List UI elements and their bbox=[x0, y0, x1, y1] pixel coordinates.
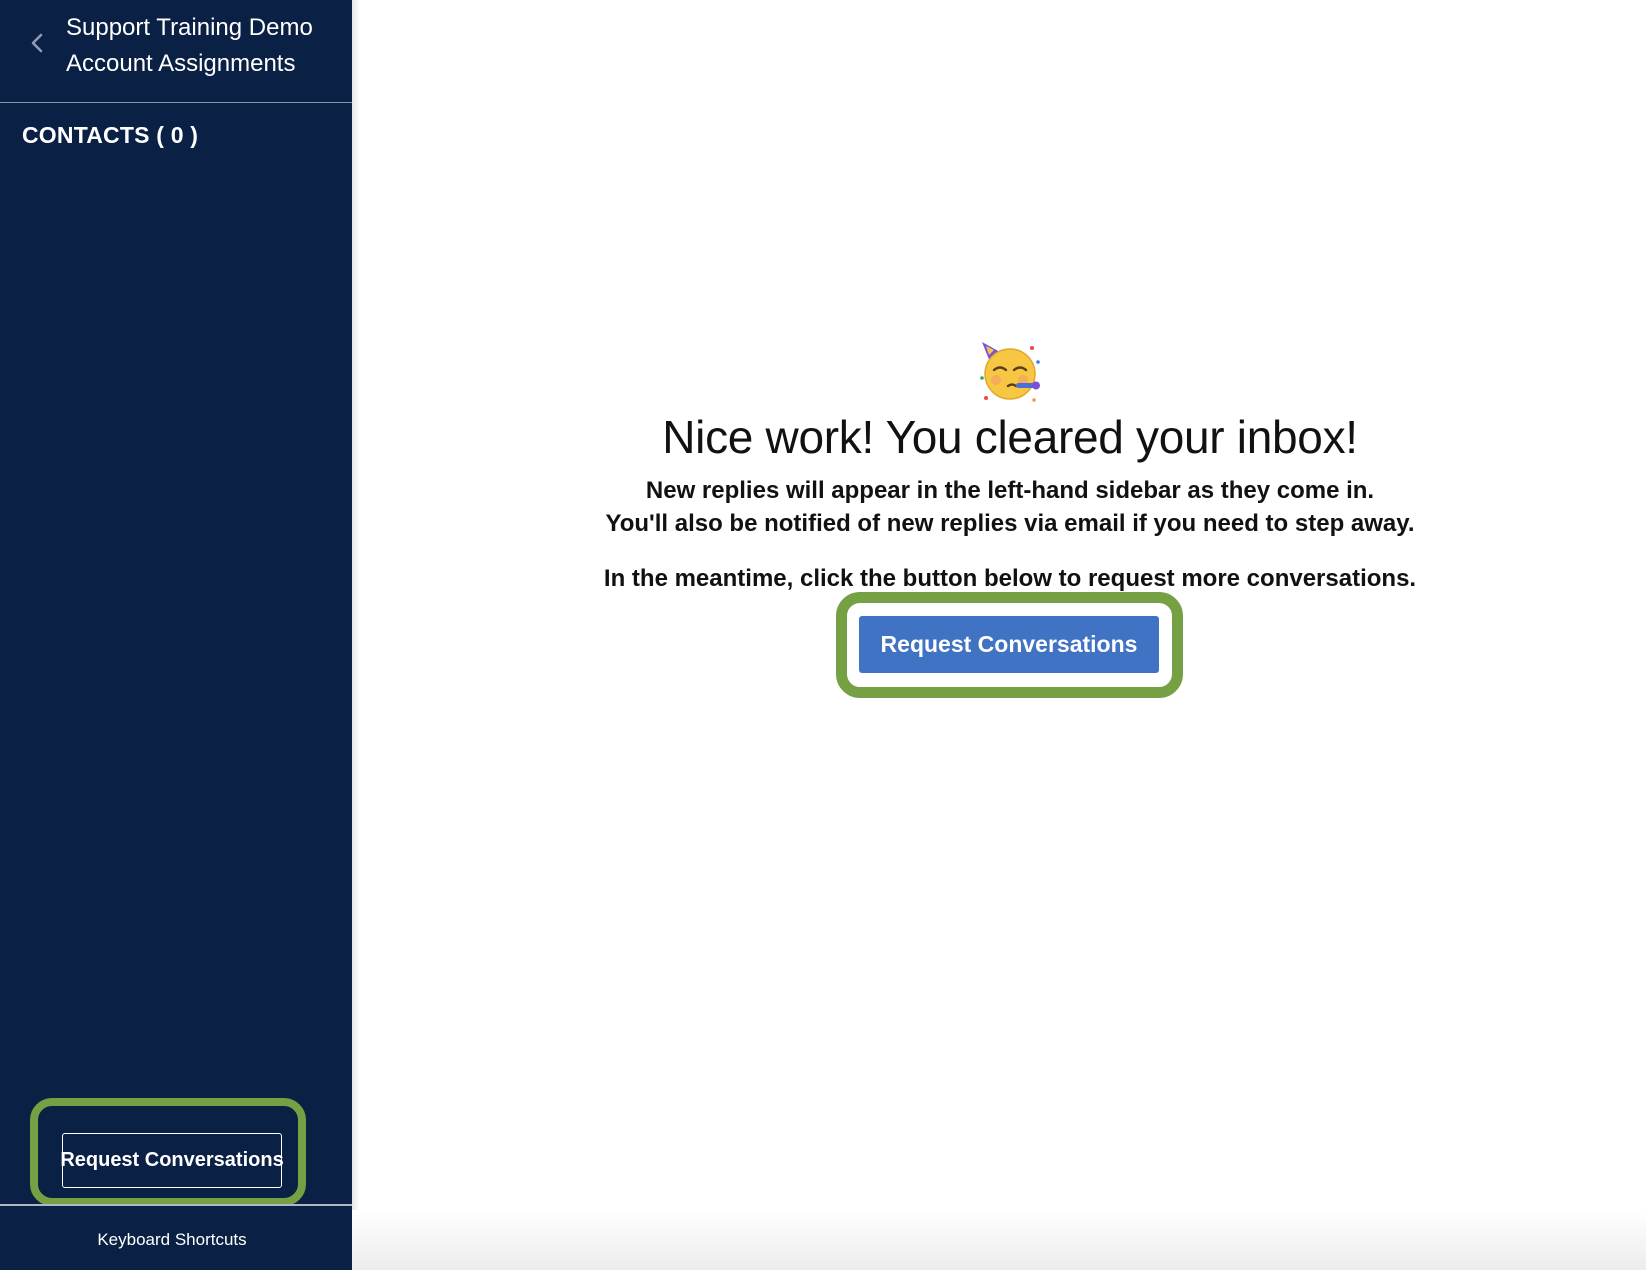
sidebar-request-conversations-button[interactable]: Request Conversations bbox=[60, 1133, 284, 1188]
info-line-email: You'll also be notified of new replies v… bbox=[605, 510, 1415, 537]
info-line-request: In the meantime, click the button below … bbox=[603, 565, 1417, 592]
campaign-title-line2: Account Assignments bbox=[66, 50, 296, 77]
chevron-left-icon[interactable] bbox=[26, 31, 50, 55]
sidebar-shadow bbox=[352, 0, 360, 1270]
sidebar-header: Support Training Demo Account Assignment… bbox=[0, 0, 352, 103]
bottom-shade bbox=[352, 1210, 1646, 1270]
inbox-cleared-headline: Nice work! You cleared your inbox! bbox=[662, 411, 1358, 463]
campaign-title-line1: Support Training Demo bbox=[66, 14, 313, 41]
partying-face-icon bbox=[980, 342, 1040, 402]
sidebar: Support Training Demo Account Assignment… bbox=[0, 0, 352, 1270]
info-line-replies: New replies will appear in the left-hand… bbox=[645, 477, 1375, 504]
request-conversations-button[interactable]: Request Conversations bbox=[859, 616, 1159, 673]
campaign-title: Support Training Demo Account Assignment… bbox=[66, 10, 313, 82]
sidebar-footer-divider bbox=[0, 1204, 352, 1206]
contacts-count-label: CONTACTS ( 0 ) bbox=[22, 122, 199, 148]
keyboard-shortcuts-link[interactable]: Keyboard Shortcuts bbox=[0, 1230, 344, 1250]
